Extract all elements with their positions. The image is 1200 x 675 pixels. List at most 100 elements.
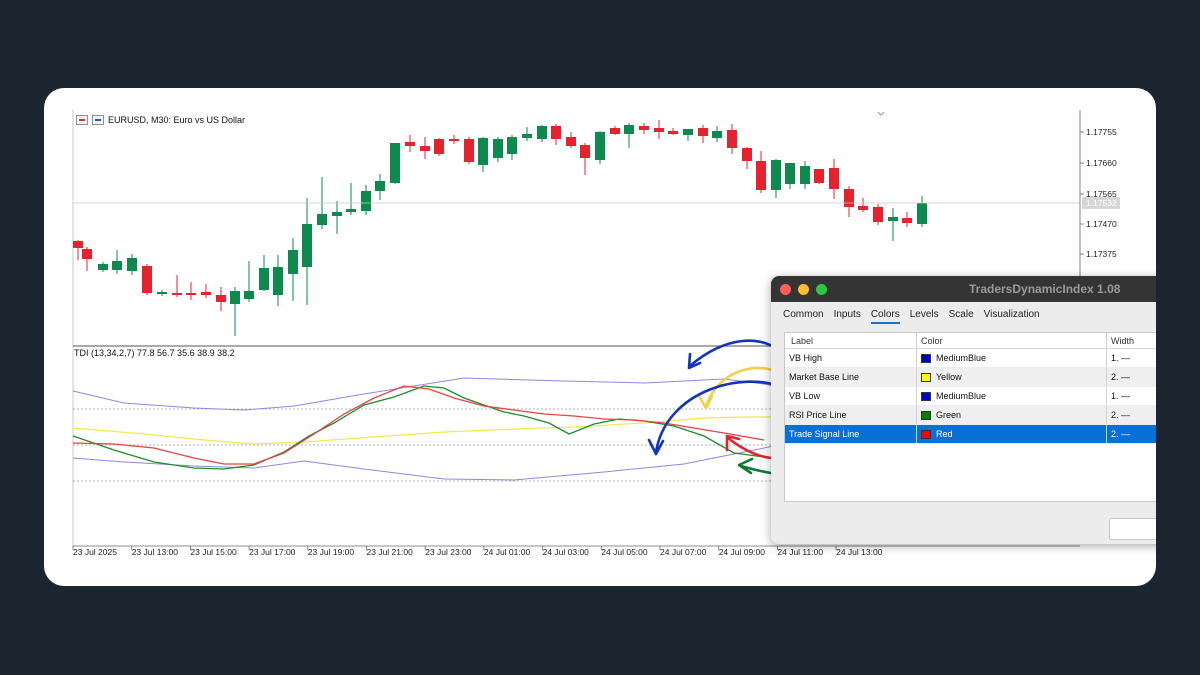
candle-bear: [610, 126, 620, 135]
candle-bull: [771, 159, 781, 198]
indicator-label: TDI (13,34,2,7) 77.8 56.7 35.6 38.9 38.2: [74, 348, 235, 358]
column-header-label[interactable]: Label: [785, 333, 917, 348]
candle-bear: [742, 147, 752, 169]
width-selector[interactable]: 2. —: [1107, 406, 1130, 424]
dialog-button[interactable]: [1109, 518, 1156, 540]
close-button[interactable]: [780, 284, 791, 295]
table-row-rsi-price-line[interactable]: RSI Price Line Green 2. —: [785, 406, 1156, 425]
table-row-trade-signal-line[interactable]: Trade Signal Line Red 2. —: [785, 425, 1156, 444]
colors-table: Label Color Width VB High MediumBlue 1. …: [784, 332, 1156, 502]
candle-bear: [873, 204, 883, 225]
screenshot-card: 1.17532 1.17755 1.17660 1.17565 1.17470 1.17…: [44, 88, 1156, 586]
chart-type-icon: [92, 115, 104, 125]
color-selector[interactable]: MediumBlue: [917, 387, 1107, 405]
rsi-price-line: [72, 385, 765, 470]
zoom-button[interactable]: [816, 284, 827, 295]
chart-shift-marker: [877, 111, 885, 116]
time-tick-label: 23 Jul 13:00: [132, 547, 179, 557]
candle-bull: [917, 196, 927, 227]
minimize-button[interactable]: [798, 284, 809, 295]
candle-bear: [142, 264, 152, 295]
candle-bull: [785, 163, 795, 189]
candle-bull: [288, 238, 298, 301]
indicator-properties-dialog: TradersDynamicIndex 1.08 Common Inputs C…: [771, 276, 1156, 544]
color-swatch: [921, 372, 931, 382]
table-row-vb-low[interactable]: VB Low MediumBlue 1. —: [785, 387, 1156, 406]
vb-high-arrow: [687, 339, 786, 370]
width-selector[interactable]: 2. —: [1107, 425, 1130, 443]
color-swatch: [921, 410, 931, 420]
tab-inputs[interactable]: Inputs: [834, 309, 861, 324]
color-selector[interactable]: MediumBlue: [917, 349, 1107, 367]
color-selector[interactable]: Yellow: [917, 368, 1107, 386]
tab-scale[interactable]: Scale: [949, 309, 974, 324]
candle-bull: [595, 131, 605, 164]
color-selector[interactable]: Green: [917, 406, 1107, 424]
candle-bull: [127, 254, 137, 275]
candle-bear: [668, 128, 678, 135]
candle-bull: [230, 287, 240, 336]
vb-low-line: [72, 443, 785, 481]
candle-bull: [259, 255, 269, 291]
tab-levels[interactable]: Levels: [910, 309, 939, 324]
candle-bull: [98, 262, 108, 272]
candle-bull: [112, 250, 122, 274]
candle-bull: [712, 126, 722, 142]
candle-bear: [639, 123, 649, 134]
candle-bull: [888, 208, 898, 241]
candle-bull: [390, 143, 400, 184]
time-tick-label: 24 Jul 11:00: [777, 547, 823, 557]
market-base-line: [72, 416, 784, 445]
tab-visualization[interactable]: Visualization: [984, 309, 1040, 324]
symbol-title: EURUSD, M30: Euro vs US Dollar: [108, 115, 246, 125]
candle-bear: [580, 143, 590, 175]
time-tick-label: 23 Jul 21:00: [367, 547, 414, 557]
candle-bear: [756, 151, 766, 193]
current-price-label: 1.17532: [1086, 198, 1117, 208]
time-tick-label: 24 Jul 13:00: [836, 547, 883, 557]
candle-bull: [361, 185, 371, 215]
candle-bear: [434, 138, 444, 156]
candle-bear: [405, 135, 415, 152]
price-tick-label: 1.17470: [1086, 219, 1117, 229]
width-selector[interactable]: 1. —: [1107, 387, 1130, 405]
color-name: Yellow: [936, 372, 962, 382]
dialog-titlebar[interactable]: TradersDynamicIndex 1.08: [771, 276, 1156, 302]
candle-bull: [800, 161, 810, 189]
color-swatch: [921, 353, 931, 363]
row-label: RSI Price Line: [785, 406, 917, 424]
column-header-color[interactable]: Color: [917, 333, 1107, 348]
dialog-title: TradersDynamicIndex 1.08: [969, 282, 1121, 296]
color-name: MediumBlue: [936, 353, 987, 363]
table-row-vb-high[interactable]: VB High MediumBlue 1. —: [785, 349, 1156, 368]
time-axis: 23 Jul 2025 23 Jul 13:00 23 Jul 15:00 23 Ju…: [72, 545, 1080, 557]
time-tick-label: 24 Jul 09:00: [719, 547, 766, 557]
candle-bear: [829, 159, 839, 199]
row-label: VB High: [785, 349, 917, 367]
candle-bull: [244, 261, 254, 302]
candle-bear: [464, 137, 474, 164]
table-row-market-base-line[interactable]: Market Base Line Yellow 2. —: [785, 368, 1156, 387]
chart-window-icon: [76, 115, 88, 125]
candle-bull: [273, 255, 283, 306]
color-selector[interactable]: Red: [917, 425, 1107, 443]
candle-bear: [420, 137, 430, 159]
width-selector[interactable]: 1. —: [1107, 349, 1130, 367]
tab-common[interactable]: Common: [783, 309, 824, 324]
candle-bear: [814, 169, 824, 184]
candle-bull: [478, 137, 488, 172]
price-tick-label: 1.17660: [1086, 158, 1117, 168]
row-label: VB Low: [785, 387, 917, 405]
color-swatch: [921, 391, 931, 401]
candle-bull: [375, 174, 385, 200]
candle-bear: [73, 240, 83, 260]
column-header-width[interactable]: Width: [1107, 333, 1134, 348]
width-selector[interactable]: 2. —: [1107, 368, 1130, 386]
candle-bull: [332, 201, 342, 234]
color-name: Green: [936, 410, 962, 420]
dialog-tabs: Common Inputs Colors Levels Scale Visual…: [783, 309, 1040, 324]
tab-colors[interactable]: Colors: [870, 309, 900, 324]
chart-title: EURUSD, M30: Euro vs US Dollar: [76, 113, 245, 127]
candle-bear: [82, 247, 92, 271]
trade-signal-line: [72, 385, 765, 465]
